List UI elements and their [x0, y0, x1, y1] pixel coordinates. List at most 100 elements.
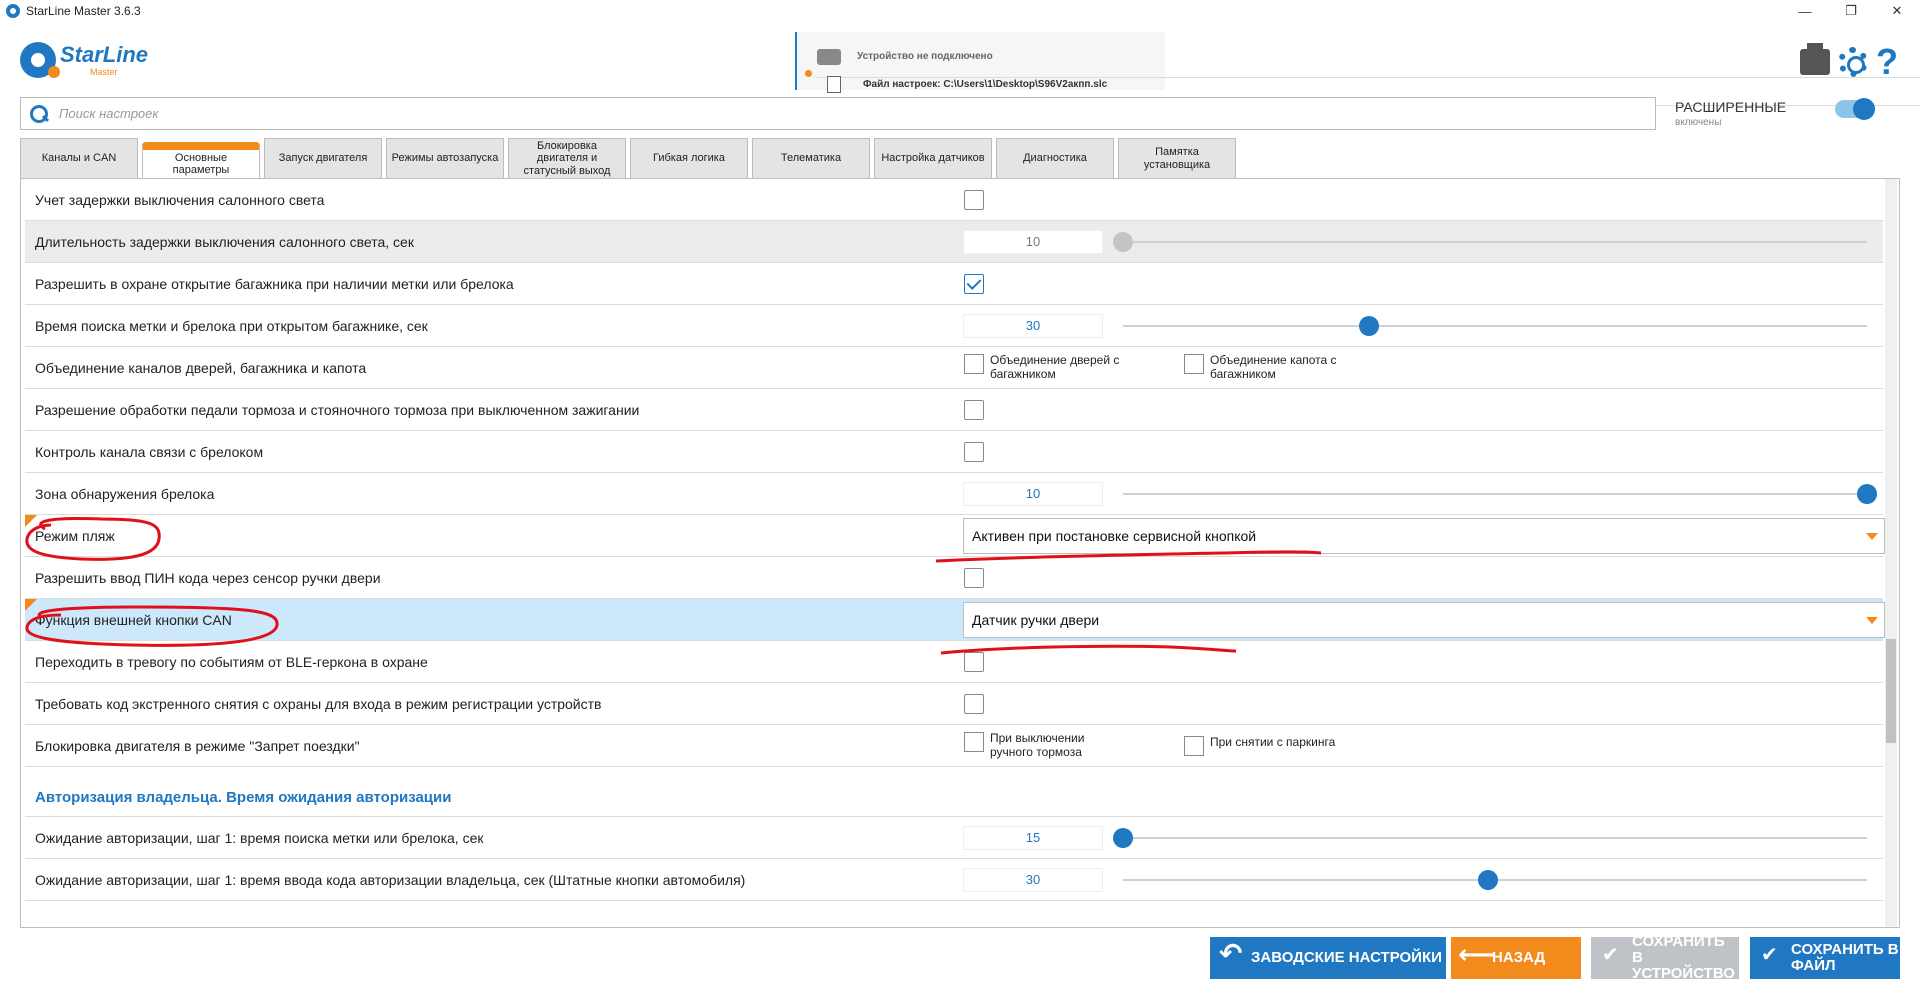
settings-row: Режим пляж Активен при постановке сервисн…	[25, 515, 1885, 557]
setting-checkbox[interactable]	[964, 651, 984, 672]
device-status: Устройство не подключено	[857, 51, 993, 62]
back-label: НАЗАД	[1492, 949, 1546, 967]
logo-gear-icon	[20, 42, 60, 78]
setting-checkbox[interactable]	[964, 273, 984, 294]
settings-panel: Учет задержки выключения салонного света…	[20, 178, 1900, 928]
settings-row: Требовать код экстренного снятия с охран…	[25, 683, 1883, 725]
setting-value-field[interactable]: 10	[963, 481, 1103, 506]
slider-thumb[interactable]	[1113, 231, 1133, 252]
option-checkbox[interactable]: Объединение дверей с багажником	[964, 353, 1130, 382]
search-bar	[20, 97, 1656, 130]
setting-slider[interactable]	[1123, 869, 1867, 890]
tab-0[interactable]: Каналы и CAN	[20, 138, 138, 178]
tab-9[interactable]: Памятка установщика	[1118, 138, 1236, 178]
tab-5[interactable]: Гибкая логика	[630, 138, 748, 178]
checkbox-box[interactable]	[1184, 735, 1204, 756]
setting-dropdown[interactable]: Датчик ручки двери	[963, 601, 1885, 638]
setting-dropdown[interactable]: Активен при постановке сервисной кнопкой	[963, 517, 1885, 554]
save-to-file-button[interactable]: СОХРАНИТЬ В ФАЙЛ	[1750, 937, 1900, 979]
setting-checkbox[interactable]	[964, 189, 984, 210]
tab-2[interactable]: Запуск двигателя	[264, 138, 382, 178]
header-toolbar: ?	[1800, 43, 1898, 80]
tab-8[interactable]: Диагностика	[996, 138, 1114, 178]
tab-6[interactable]: Телематика	[752, 138, 870, 178]
gear-icon[interactable]	[1838, 47, 1868, 77]
slider-thumb[interactable]	[1857, 483, 1877, 504]
setting-slider[interactable]	[1123, 483, 1877, 504]
section-title: Авторизация владельца. Время ожидания ав…	[35, 789, 452, 806]
advanced-toggle[interactable]	[1835, 98, 1875, 120]
file-icon	[827, 76, 841, 93]
app-icon	[6, 4, 20, 18]
settings-row: Контроль канала связи с брелоком	[25, 431, 1883, 473]
option-checkbox[interactable]: При выключении ручного тормоза	[964, 730, 1130, 760]
changed-marker	[25, 599, 37, 611]
status-dot-icon	[805, 70, 812, 77]
settings-row: Блокировка двигателя в режиме "Запрет по…	[25, 725, 1883, 767]
setting-value-field[interactable]: 10	[963, 229, 1103, 254]
check-icon	[1759, 945, 1781, 969]
option-checkbox[interactable]: При снятии с паркинга	[1184, 734, 1350, 756]
settings-row: Функция внешней кнопки CAN Датчик ручки д…	[25, 599, 1885, 641]
factory-settings-label: ЗАВОДСКИЕ НАСТРОЙКИ	[1251, 949, 1442, 967]
setting-checkbox[interactable]	[964, 693, 984, 714]
search-icon	[29, 104, 49, 124]
settings-row: Длительность задержки выключения салонно…	[25, 221, 1883, 263]
vertical-scrollbar[interactable]	[1885, 179, 1897, 927]
search-input[interactable]	[59, 106, 1559, 121]
option-label: При выключении ручного тормоза	[990, 730, 1085, 759]
setting-checkbox[interactable]	[964, 399, 984, 420]
logo-brand: StarLine	[60, 41, 149, 67]
restore-button[interactable]: ❐	[1828, 0, 1874, 22]
tab-4[interactable]: Блокировка двигателя и статусный выход	[508, 138, 626, 178]
settings-row: Учет задержки выключения салонного света	[25, 179, 1883, 221]
option-label: При снятии с паркинга	[1210, 734, 1336, 749]
setting-value-field[interactable]: 30	[963, 867, 1103, 892]
setting-checkbox[interactable]	[964, 441, 984, 462]
tab-7[interactable]: Настройка датчиков	[874, 138, 992, 178]
chevron-down-icon	[1866, 616, 1878, 624]
setting-slider[interactable]	[1113, 827, 1867, 848]
slider-thumb[interactable]	[1358, 315, 1379, 336]
setting-label: Объединение каналов дверей, багажника и …	[35, 359, 367, 376]
printer-icon[interactable]	[1800, 43, 1830, 75]
factory-settings-button[interactable]: ЗАВОДСКИЕ НАСТРОЙКИ	[1210, 937, 1446, 979]
title-bar: StarLine Master 3.6.3 — ❐ ✕	[0, 0, 1920, 22]
checkbox-box[interactable]	[964, 731, 984, 752]
advanced-state: включены	[1675, 117, 1722, 128]
setting-value-field[interactable]: 15	[963, 825, 1103, 850]
checkbox-box[interactable]	[1184, 353, 1204, 374]
setting-value-field[interactable]: 30	[963, 313, 1103, 338]
slider-thumb[interactable]	[1477, 869, 1498, 890]
setting-slider[interactable]	[1113, 231, 1867, 252]
logo-sub: Master	[90, 66, 118, 77]
setting-label: Зона обнаружения брелока	[35, 485, 215, 502]
setting-label: Разрешить ввод ПИН кода через сенсор руч…	[35, 569, 381, 586]
advanced-label: РАСШИРЕННЫЕ	[1675, 99, 1787, 115]
tab-3[interactable]: Режимы автозапуска	[386, 138, 504, 178]
toggle-knob	[1853, 98, 1875, 120]
dropdown-value: Активен при постановке сервисной кнопкой	[972, 527, 1257, 544]
changed-marker	[25, 515, 37, 527]
help-icon[interactable]: ?	[1876, 44, 1898, 80]
check-icon	[1600, 945, 1622, 969]
device-info-panel: Устройство не подключено Файл настроек: …	[795, 32, 1920, 106]
tab-1[interactable]: Основные параметры	[142, 142, 260, 178]
setting-label: Разрешить в охране открытие багажника пр…	[35, 275, 514, 292]
settings-row: Переходить в тревогу по событиям от BLE-…	[25, 641, 1883, 683]
option-checkbox[interactable]: Объединение капота с багажником	[1184, 353, 1350, 382]
settings-row: Ожидание авторизации, шаг 1: время ввода…	[25, 859, 1883, 901]
setting-slider[interactable]	[1123, 315, 1867, 336]
minimize-button[interactable]: —	[1782, 0, 1828, 22]
setting-label: Ожидание авторизации, шаг 1: время ввода…	[35, 871, 746, 888]
back-button[interactable]: НАЗАД	[1451, 937, 1581, 979]
close-button[interactable]: ✕	[1874, 0, 1920, 22]
dropdown-value: Датчик ручки двери	[972, 611, 1100, 628]
save-to-file-label: СОХРАНИТЬ В ФАЙЛ	[1791, 941, 1899, 974]
setting-checkbox[interactable]	[964, 567, 984, 588]
settings-file-path: Файл настроек: C:\Users\1\Desktop\S96V2а…	[863, 79, 1108, 90]
save-to-device-button[interactable]: СОХРАНИТЬ В УСТРОЙСТВО	[1591, 934, 1739, 981]
scrollbar-thumb[interactable]	[1886, 639, 1896, 743]
checkbox-box[interactable]	[964, 353, 984, 374]
slider-thumb[interactable]	[1113, 827, 1133, 848]
